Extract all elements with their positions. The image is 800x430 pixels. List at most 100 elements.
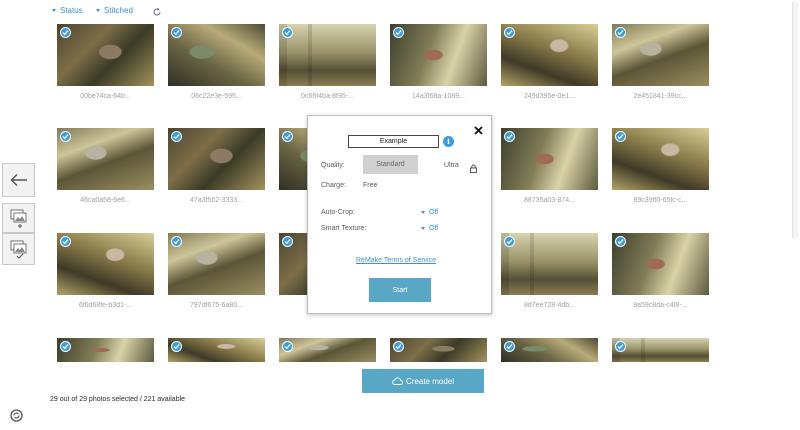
scrollbar[interactable] [792, 2, 798, 238]
photo-thumbnail[interactable] [612, 338, 709, 362]
checkmark-icon[interactable] [504, 236, 515, 247]
checkmark-icon[interactable] [171, 341, 182, 352]
photo-image [612, 233, 709, 295]
select-photos-icon [10, 240, 26, 259]
checkmark-icon[interactable] [60, 27, 71, 38]
checkmark-icon[interactable] [171, 236, 182, 247]
checkmark-icon[interactable] [504, 341, 515, 352]
checkmark-icon[interactable] [282, 236, 293, 247]
photo-image [612, 128, 709, 190]
stitched-filter[interactable]: Stitched [96, 6, 133, 15]
refresh-icon[interactable] [152, 4, 162, 16]
photo-thumbnail[interactable] [612, 24, 709, 86]
autocrop-dropdown[interactable]: Off [421, 209, 438, 216]
add-photos-icon [10, 209, 26, 228]
photo-caption: 9a59c8da-c4f8-... [633, 302, 688, 309]
checkmark-icon[interactable] [282, 341, 293, 352]
photo-thumbnail[interactable] [168, 233, 265, 295]
checkmark-icon[interactable] [60, 131, 71, 142]
photo-caption: 14a3f68a-1089... [412, 93, 465, 100]
photo-thumbnail[interactable] [57, 233, 154, 295]
photo-thumbnail[interactable] [612, 233, 709, 295]
checkmark-icon[interactable] [615, 27, 626, 38]
checkmark-icon[interactable] [282, 131, 293, 142]
quality-standard-option[interactable]: Standard [363, 155, 418, 174]
photo-thumbnail[interactable] [501, 233, 598, 295]
photo-caption: 00be74ca-64b... [80, 93, 131, 100]
photo-thumbnail[interactable] [168, 338, 265, 362]
photo-image [390, 338, 487, 362]
checkmark-icon[interactable] [60, 341, 71, 352]
quality-ultra-option[interactable]: Ultra [444, 162, 459, 169]
photo-caption: 6f6d68fe-b3d1-... [78, 302, 133, 309]
photo-image [501, 128, 598, 190]
lock-icon [470, 160, 477, 173]
photo-image [390, 24, 487, 86]
checkmark-icon[interactable] [393, 27, 404, 38]
info-icon[interactable]: i [443, 136, 454, 147]
photo-image [501, 233, 598, 295]
photo-image [501, 24, 598, 86]
photo-image [612, 24, 709, 86]
photo-thumbnail[interactable] [390, 24, 487, 86]
photo-thumbnail[interactable] [279, 338, 376, 362]
photo-thumbnail[interactable] [501, 338, 598, 362]
back-button[interactable] [2, 163, 35, 197]
smart-texture-value: Off [429, 225, 439, 232]
photo-thumbnail[interactable] [168, 128, 265, 190]
checkmark-icon[interactable] [504, 27, 515, 38]
checkmark-icon[interactable] [615, 341, 626, 352]
checkmark-icon[interactable] [171, 131, 182, 142]
sync-icon[interactable] [10, 409, 23, 422]
photo-thumbnail[interactable] [279, 24, 376, 86]
photo-image [57, 338, 154, 362]
checkmark-icon[interactable] [393, 341, 404, 352]
photo-image [168, 338, 265, 362]
photo-thumbnail[interactable] [57, 24, 154, 86]
close-icon[interactable] [474, 122, 483, 135]
checkmark-icon[interactable] [282, 27, 293, 38]
checkmark-icon[interactable] [615, 131, 626, 142]
photo-caption: 2e451841-39cc... [633, 93, 688, 100]
create-model-button[interactable]: Create model [362, 369, 484, 393]
photo-caption: 8d7ee728-4db... [524, 302, 575, 309]
checkmark-icon[interactable] [504, 131, 515, 142]
checkmark-icon[interactable] [615, 236, 626, 247]
chevron-down-icon [421, 211, 425, 214]
status-filter[interactable]: Status [52, 6, 83, 15]
photo-caption: 88735a03-874... [524, 197, 575, 204]
checkmark-icon[interactable] [60, 236, 71, 247]
photo-image [57, 233, 154, 295]
photo-image [168, 24, 265, 86]
model-name-input[interactable] [348, 135, 439, 148]
photo-thumbnail[interactable] [501, 24, 598, 86]
charge-label: Charge: [321, 182, 346, 189]
photo-caption: 47a3f562-3333... [190, 197, 243, 204]
smart-texture-dropdown[interactable]: Off [421, 225, 438, 232]
photo-image [57, 24, 154, 86]
terms-of-service-link[interactable]: ReMake Terms of Service [356, 257, 436, 264]
photo-image [612, 338, 709, 362]
photo-image [168, 233, 265, 295]
add-photos-button[interactable] [2, 203, 35, 233]
photo-thumbnail[interactable] [390, 338, 487, 362]
charge-value: Free [363, 182, 378, 189]
photo-caption: 249d395e-0e1... [524, 93, 575, 100]
photo-thumbnail[interactable] [612, 128, 709, 190]
chevron-down-icon [421, 227, 425, 230]
checkmark-icon[interactable] [171, 27, 182, 38]
photo-thumbnail[interactable] [57, 128, 154, 190]
cloud-upload-icon [392, 377, 403, 385]
select-photos-button[interactable] [2, 233, 35, 265]
start-button[interactable]: Start [369, 278, 431, 302]
autocrop-label: Auto-Crop: [321, 209, 355, 216]
photo-thumbnail[interactable] [168, 24, 265, 86]
chevron-down-icon [96, 9, 100, 12]
photo-image [168, 128, 265, 190]
photo-thumbnail[interactable] [501, 128, 598, 190]
back-arrow-icon [10, 174, 27, 186]
quality-label: Quality: [321, 162, 345, 169]
photo-caption: 0c66f4ba-8f95-... [301, 93, 354, 100]
photo-image [279, 24, 376, 86]
photo-thumbnail[interactable] [57, 338, 154, 362]
